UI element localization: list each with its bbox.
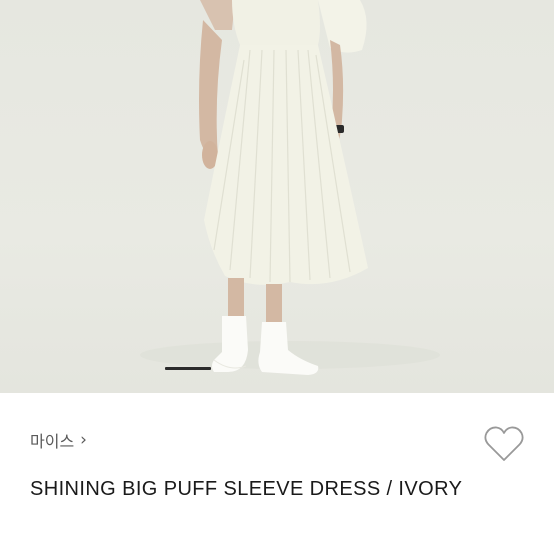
carousel-indicator[interactable] bbox=[165, 367, 211, 370]
brand-name: 마이스 bbox=[30, 432, 75, 451]
product-title: SHINING BIG PUFF SLEEVE DRESS / IVORY bbox=[30, 478, 463, 500]
product-photo-illustration bbox=[140, 0, 440, 375]
product-image[interactable] bbox=[0, 0, 554, 393]
heart-outline-icon bbox=[484, 426, 524, 461]
like-button[interactable] bbox=[483, 425, 525, 463]
product-detail-page: 마이스 › SHINING BIG PUFF SLEEVE DRESS / IV… bbox=[0, 0, 554, 554]
product-info: 마이스 › SHINING BIG PUFF SLEEVE DRESS / IV… bbox=[0, 393, 554, 554]
chevron-right-icon: › bbox=[80, 430, 87, 450]
brand-link[interactable]: 마이스 › bbox=[30, 428, 87, 452]
